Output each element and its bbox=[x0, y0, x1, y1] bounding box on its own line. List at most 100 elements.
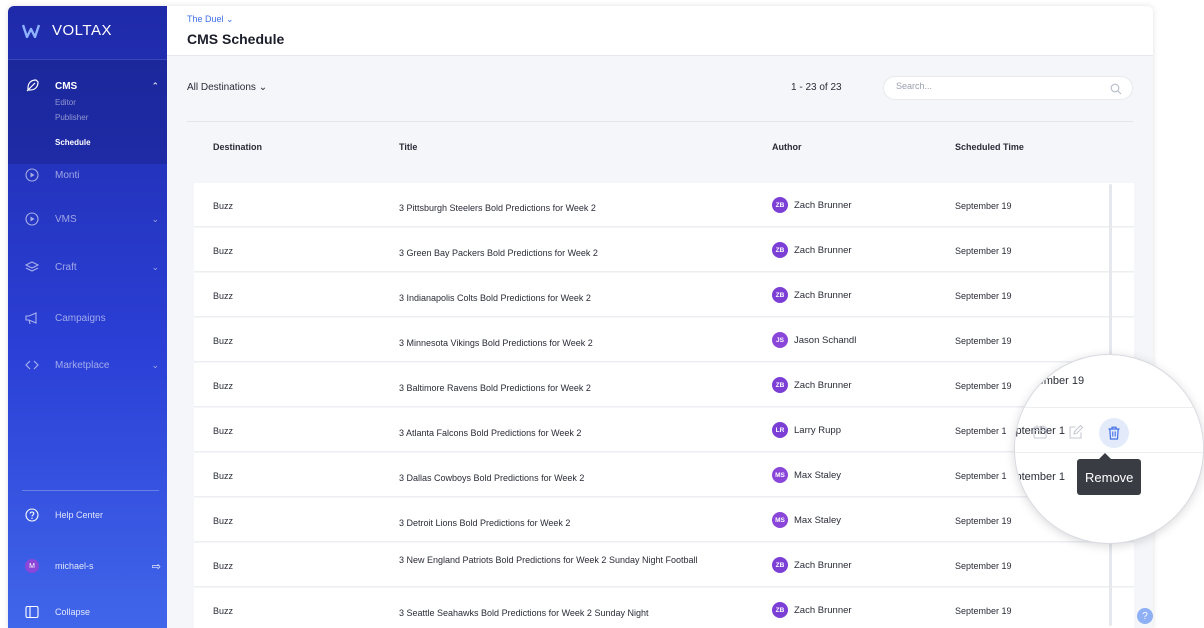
chevron-down-icon: ⌄ bbox=[258, 82, 268, 93]
author-cell: ZB Zach Brunner bbox=[772, 287, 852, 303]
author-name: Zach Brunner bbox=[794, 379, 852, 391]
scheduled-time-cell: September 19 bbox=[955, 516, 1012, 526]
remove-tooltip: Remove bbox=[1077, 453, 1142, 495]
destination-cell: Buzz bbox=[213, 246, 234, 256]
pagination-label: 1 - 23 of 23 bbox=[791, 82, 842, 93]
table-row[interactable]: Buzz 3 Dallas Cowboys Bold Predictions fo… bbox=[194, 453, 1134, 497]
author-name: Max Staley bbox=[794, 514, 841, 526]
author-avatar: ZB bbox=[772, 377, 788, 393]
sidebar-item-marketplace[interactable]: Marketplace ⌄ bbox=[8, 353, 167, 377]
author-cell: ZB Zach Brunner bbox=[772, 197, 852, 213]
sidebar-item-label: Craft bbox=[55, 261, 77, 273]
title-cell[interactable]: 3 Atlanta Falcons Bold Predictions for W… bbox=[399, 426, 759, 440]
scheduled-time: September 19 bbox=[1015, 375, 1085, 387]
sidebar-item-label: VMS bbox=[55, 213, 77, 225]
sidebar-subitem-publisher[interactable]: Publisher bbox=[55, 113, 88, 122]
page-title: CMS Schedule bbox=[187, 31, 285, 47]
author-name: Zach Brunner bbox=[794, 559, 852, 571]
scheduled-time-cell: September 19 bbox=[955, 291, 1012, 301]
breadcrumb[interactable]: The Duel ⌄ bbox=[187, 14, 234, 25]
sidebar-item-label: Marketplace bbox=[55, 359, 110, 371]
title-cell[interactable]: 3 Seattle Seahawks Bold Predictions for … bbox=[399, 606, 759, 620]
destination-cell: Buzz bbox=[213, 471, 234, 481]
author-avatar: MS bbox=[772, 512, 788, 528]
destination-filter[interactable]: All Destinations ⌄ bbox=[187, 82, 267, 93]
destination-cell: Buzz bbox=[213, 291, 234, 301]
help-circle-icon bbox=[24, 507, 40, 523]
table-row[interactable]: Buzz 3 New England Patriots Bold Predicti… bbox=[194, 543, 1134, 587]
help-center-link[interactable]: Help Center bbox=[8, 503, 167, 527]
author-avatar: JS bbox=[772, 332, 788, 348]
column-header-scheduled-time[interactable]: Scheduled Time bbox=[955, 142, 1024, 152]
sidebar-subitem-schedule[interactable]: Schedule bbox=[55, 138, 91, 147]
destination-cell: Buzz bbox=[213, 201, 234, 211]
sidebar-subitem-editor[interactable]: Editor bbox=[55, 98, 76, 107]
scheduled-time-cell: September 19 bbox=[955, 246, 1012, 256]
title-cell[interactable]: 3 Green Bay Packers Bold Predictions for… bbox=[399, 246, 759, 260]
author-name: Zach Brunner bbox=[794, 244, 852, 256]
title-cell[interactable]: 3 Detroit Lions Bold Predictions for Wee… bbox=[399, 516, 759, 530]
title-cell[interactable]: 3 Pittsburgh Steelers Bold Predictions f… bbox=[399, 201, 759, 215]
table-row[interactable]: Buzz 3 Detroit Lions Bold Predictions for… bbox=[194, 498, 1134, 542]
title-cell[interactable]: 3 Indianapolis Colts Bold Predictions fo… bbox=[399, 291, 759, 305]
sidebar: VOLTAX CMS ⌃ Editor Publisher Schedule M… bbox=[8, 6, 167, 628]
author-name: Max Staley bbox=[794, 469, 841, 481]
author-name: Jason Schandl bbox=[794, 334, 857, 346]
sidebar-item-vms[interactable]: VMS ⌄ bbox=[8, 207, 167, 231]
author-avatar: MS bbox=[772, 467, 788, 483]
scheduled-time-cell: September 19 bbox=[955, 381, 1012, 391]
sidebar-item-campaigns[interactable]: Campaigns bbox=[8, 306, 167, 330]
sidebar-item-label: Monti bbox=[55, 169, 80, 181]
table-row[interactable]: Buzz 3 Minnesota Vikings Bold Predictions… bbox=[194, 318, 1134, 362]
destination-cell: Buzz bbox=[213, 606, 234, 616]
author-avatar: ZB bbox=[772, 602, 788, 618]
scheduled-time: September 1 bbox=[1015, 471, 1065, 483]
layers-icon bbox=[24, 259, 40, 275]
sidebar-item-monti[interactable]: Monti bbox=[8, 163, 167, 187]
scheduled-time-cell: September 19 bbox=[955, 606, 1012, 616]
destination-cell: Buzz bbox=[213, 426, 234, 436]
search-input[interactable] bbox=[896, 81, 1096, 91]
help-fab-button[interactable]: ? bbox=[1137, 608, 1153, 624]
user-menu[interactable]: M michael-s ⇨ bbox=[8, 554, 167, 578]
author-avatar: ZB bbox=[772, 242, 788, 258]
main-content: The Duel ⌄ CMS Schedule All Destinations… bbox=[167, 6, 1153, 628]
magnifier-callout: September 19 September 1 September 1 Rem… bbox=[1014, 354, 1204, 544]
author-cell: ZB Zach Brunner bbox=[772, 557, 852, 573]
column-header-destination[interactable]: Destination bbox=[213, 142, 262, 152]
logout-icon[interactable]: ⇨ bbox=[152, 560, 161, 573]
trash-icon[interactable] bbox=[1099, 418, 1129, 448]
scheduled-time-cell: September 1 bbox=[955, 426, 1007, 436]
destination-cell: Buzz bbox=[213, 336, 234, 346]
title-cell[interactable]: 3 Dallas Cowboys Bold Predictions for We… bbox=[399, 471, 759, 485]
collapse-button[interactable]: Collapse bbox=[8, 600, 167, 624]
author-name: Zach Brunner bbox=[794, 289, 852, 301]
table-row[interactable]: Buzz 3 Atlanta Falcons Bold Predictions f… bbox=[194, 408, 1134, 452]
title-cell[interactable]: 3 New England Patriots Bold Predictions … bbox=[399, 553, 759, 567]
chevron-down-icon: ⌄ bbox=[151, 359, 159, 370]
brand-name: VOLTAX bbox=[52, 22, 112, 39]
help-center-label: Help Center bbox=[55, 510, 104, 520]
column-header-author[interactable]: Author bbox=[772, 142, 802, 152]
brand[interactable]: VOLTAX bbox=[22, 22, 112, 39]
table-row[interactable]: Buzz 3 Indianapolis Colts Bold Prediction… bbox=[194, 273, 1134, 317]
divider bbox=[22, 490, 159, 491]
title-cell[interactable]: 3 Minnesota Vikings Bold Predictions for… bbox=[399, 336, 759, 350]
title-cell[interactable]: 3 Baltimore Ravens Bold Predictions for … bbox=[399, 381, 759, 395]
search-icon bbox=[1110, 83, 1122, 95]
table-header: Destination Title Author Scheduled Time bbox=[194, 142, 1134, 180]
edit-icon[interactable] bbox=[1065, 421, 1087, 443]
search-box[interactable] bbox=[883, 76, 1133, 100]
column-header-title[interactable]: Title bbox=[399, 142, 417, 152]
table-row[interactable]: Buzz 3 Baltimore Ravens Bold Predictions … bbox=[194, 363, 1134, 407]
author-cell: ZB Zach Brunner bbox=[772, 242, 852, 258]
app-window: VOLTAX CMS ⌃ Editor Publisher Schedule M… bbox=[8, 6, 1153, 628]
author-cell: MS Max Staley bbox=[772, 512, 841, 528]
calendar-icon[interactable] bbox=[1029, 421, 1051, 443]
code-brackets-icon bbox=[24, 357, 40, 373]
table-row[interactable]: Buzz 3 Green Bay Packers Bold Predictions… bbox=[194, 228, 1134, 272]
table-row[interactable]: Buzz 3 Pittsburgh Steelers Bold Predictio… bbox=[194, 183, 1134, 227]
sidebar-item-craft[interactable]: Craft ⌄ bbox=[8, 255, 167, 279]
sidebar-item-cms[interactable]: CMS ⌃ bbox=[8, 74, 167, 98]
table-row[interactable]: Buzz 3 Seattle Seahawks Bold Predictions … bbox=[194, 588, 1134, 628]
